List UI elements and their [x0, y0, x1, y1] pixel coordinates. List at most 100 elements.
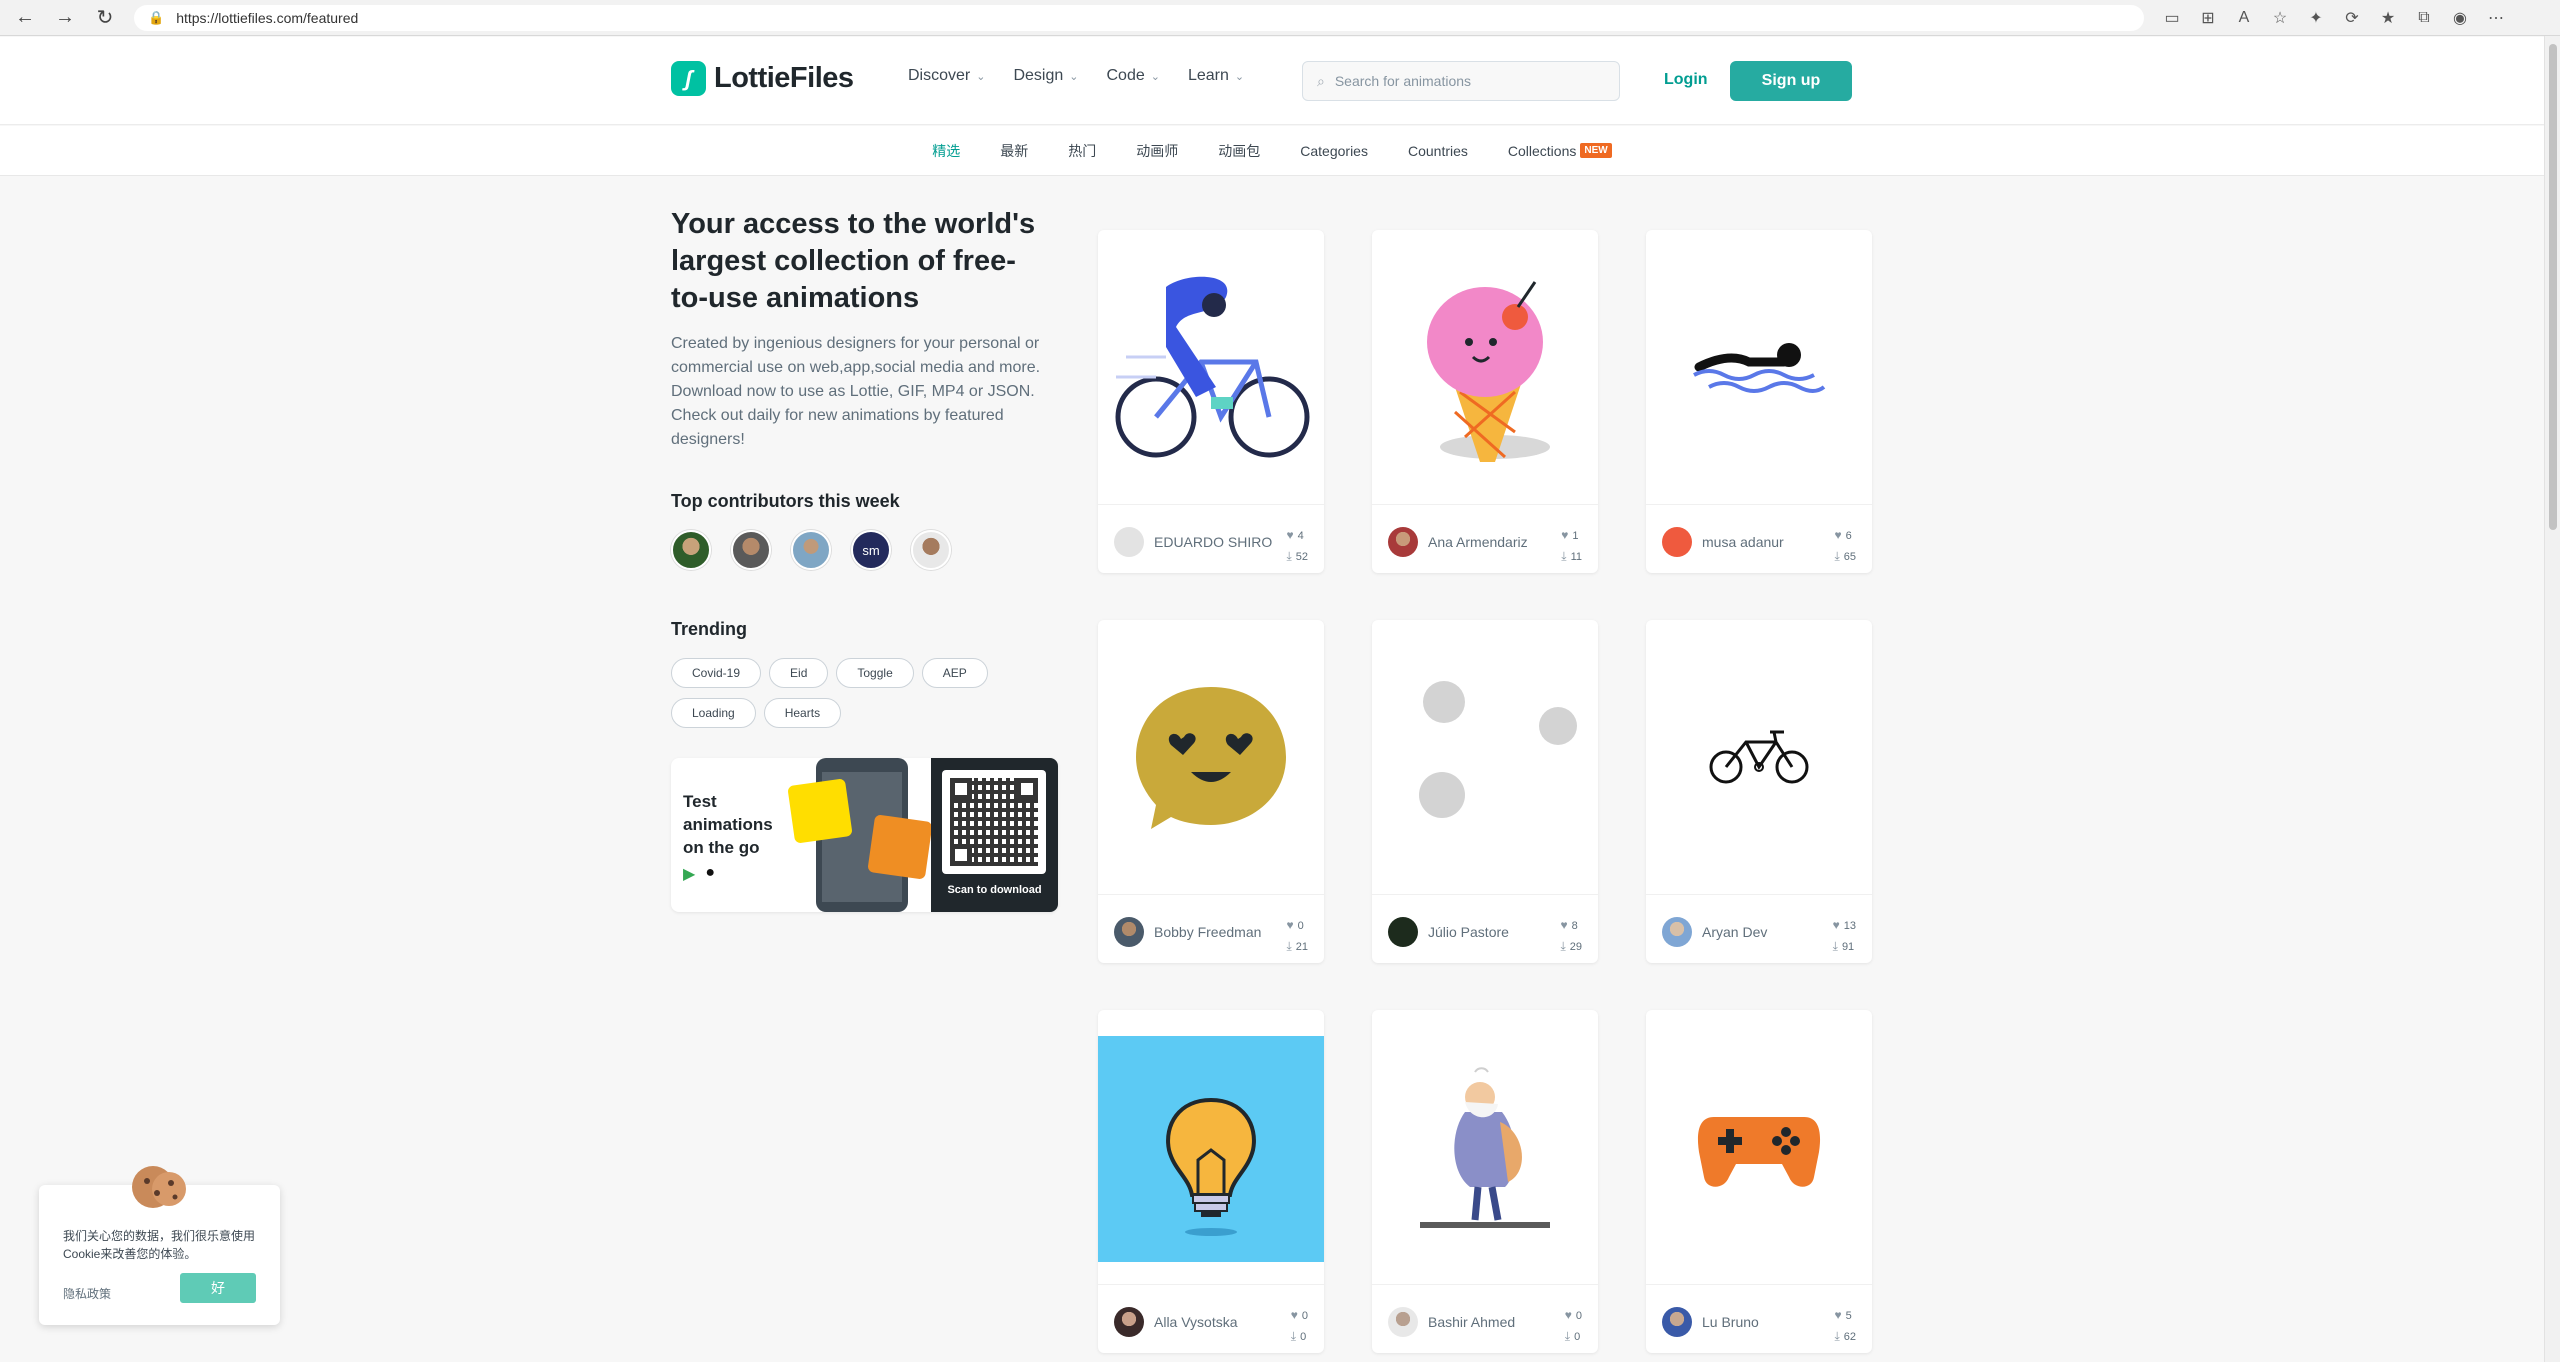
cookie-ok-button[interactable]: 好: [180, 1273, 256, 1303]
heart-icon[interactable]: ♥: [1560, 918, 1567, 932]
animation-preview[interactable]: [1646, 620, 1872, 894]
signup-button[interactable]: Sign up: [1730, 61, 1852, 101]
download-icon[interactable]: ⤓: [1286, 549, 1291, 563]
avatar[interactable]: [1114, 917, 1144, 947]
animation-card[interactable]: Bashir Ahmed ♥ 0 ⤓ 0: [1372, 1010, 1598, 1353]
download-icon[interactable]: ⤓: [1291, 1329, 1296, 1343]
subnav-packs[interactable]: 动画包: [1218, 141, 1260, 161]
download-icon[interactable]: ⤓: [1834, 549, 1839, 563]
author-name[interactable]: Lu Bruno: [1702, 1314, 1759, 1330]
author-name[interactable]: Ana Armendariz: [1428, 534, 1528, 550]
animation-card[interactable]: Júlio Pastore ♥ 8 ⤓ 29: [1372, 620, 1598, 963]
animation-preview[interactable]: [1098, 1010, 1324, 1284]
animation-preview[interactable]: [1098, 230, 1324, 504]
mobile-app-promo[interactable]: Test animations on the go ▶ ● Scan to do…: [671, 758, 1058, 912]
subnav-popular[interactable]: 热门: [1068, 141, 1096, 161]
heart-icon[interactable]: ♥: [1561, 528, 1568, 542]
download-icon[interactable]: ⤓: [1286, 939, 1291, 953]
download-icon[interactable]: ⤓: [1565, 1329, 1570, 1343]
avatar[interactable]: sm: [851, 530, 891, 570]
more-icon[interactable]: ⋯: [2478, 3, 2514, 33]
animation-card[interactable]: Bobby Freedman ♥ 0 ⤓ 21: [1098, 620, 1324, 963]
animation-card[interactable]: Lu Bruno ♥ 5 ⤓ 62: [1646, 1010, 1872, 1353]
read-aloud-icon[interactable]: A: [2226, 3, 2262, 33]
avatar[interactable]: [1114, 1307, 1144, 1337]
author-name[interactable]: Bobby Freedman: [1154, 924, 1261, 940]
animation-preview[interactable]: [1372, 230, 1598, 504]
nav-discover[interactable]: Discover ⌄: [908, 67, 985, 85]
author-name[interactable]: Bashir Ahmed: [1428, 1314, 1515, 1330]
heart-icon[interactable]: ♥: [1565, 1308, 1572, 1322]
download-icon[interactable]: ⤓: [1560, 939, 1565, 953]
avatar[interactable]: [671, 530, 711, 570]
author-name[interactable]: Alla Vysotska: [1154, 1314, 1238, 1330]
apple-icon[interactable]: ●: [705, 864, 715, 884]
search-input[interactable]: [1334, 73, 1595, 89]
tag[interactable]: Covid-19: [671, 658, 762, 688]
forward-icon[interactable]: →: [50, 3, 80, 33]
animation-preview[interactable]: [1646, 1010, 1872, 1284]
profile-icon[interactable]: ◉: [2442, 3, 2478, 33]
extension-icon[interactable]: ✦: [2298, 3, 2334, 33]
avatar[interactable]: [791, 530, 831, 570]
animation-preview[interactable]: [1646, 230, 1872, 504]
avatar[interactable]: [1662, 1307, 1692, 1337]
nav-design[interactable]: Design ⌄: [1013, 67, 1078, 85]
collections-icon[interactable]: ⧉: [2406, 3, 2442, 33]
subnav-categories[interactable]: Categories: [1300, 143, 1368, 159]
animation-card[interactable]: EDUARDO SHIRO ♥ 4 ⤓ 52: [1098, 230, 1324, 573]
tag[interactable]: Eid: [769, 658, 829, 688]
avatar[interactable]: [731, 530, 771, 570]
heart-icon[interactable]: ♥: [1834, 528, 1841, 542]
google-play-icon[interactable]: ▶: [683, 864, 695, 884]
avatar[interactable]: [1662, 917, 1692, 947]
login-link[interactable]: Login: [1664, 71, 1708, 89]
tag[interactable]: Hearts: [763, 698, 842, 728]
heart-icon[interactable]: ♥: [1834, 1308, 1841, 1322]
subnav-animators[interactable]: 动画师: [1136, 141, 1178, 161]
author-name[interactable]: Júlio Pastore: [1428, 924, 1509, 940]
avatar[interactable]: [1388, 527, 1418, 557]
logo[interactable]: ʃ LottieFiles: [671, 61, 854, 96]
reader-icon[interactable]: ▭: [2154, 3, 2190, 33]
tag[interactable]: Toggle: [836, 658, 914, 688]
animation-preview[interactable]: [1372, 620, 1598, 894]
address-bar[interactable]: 🔒 https://lottiefiles.com/featured: [134, 4, 2144, 31]
avatar[interactable]: [1388, 1307, 1418, 1337]
animation-card[interactable]: Alla Vysotska ♥ 0 ⤓ 0: [1098, 1010, 1324, 1353]
heart-icon[interactable]: ♥: [1291, 1308, 1298, 1322]
heart-icon[interactable]: ♥: [1286, 528, 1293, 542]
animation-card[interactable]: Ana Armendariz ♥ 1 ⤓ 11: [1372, 230, 1598, 573]
subnav-countries[interactable]: Countries: [1408, 143, 1468, 159]
favorites-icon[interactable]: ★: [2370, 3, 2406, 33]
nav-code[interactable]: Code ⌄: [1106, 67, 1159, 85]
avatar[interactable]: [1662, 527, 1692, 557]
heart-icon[interactable]: ♥: [1833, 918, 1840, 932]
animation-preview[interactable]: [1372, 1010, 1598, 1284]
apps-icon[interactable]: ⊞: [2190, 3, 2226, 33]
refresh-extension-icon[interactable]: ⟳: [2334, 3, 2370, 33]
author-name[interactable]: musa adanur: [1702, 534, 1784, 550]
favorite-add-icon[interactable]: ☆: [2262, 3, 2298, 33]
back-icon[interactable]: ←: [10, 3, 40, 33]
avatar[interactable]: [1388, 917, 1418, 947]
scroll-thumb[interactable]: [2549, 44, 2557, 530]
download-icon[interactable]: ⤓: [1834, 1329, 1839, 1343]
author-name[interactable]: Aryan Dev: [1702, 924, 1767, 940]
reload-icon[interactable]: ↻: [90, 3, 120, 33]
tag[interactable]: Loading: [671, 698, 756, 728]
avatar[interactable]: [1114, 527, 1144, 557]
subnav-featured[interactable]: 精选: [932, 141, 960, 161]
download-icon[interactable]: ⤓: [1833, 939, 1838, 953]
animation-card[interactable]: musa adanur ♥ 6 ⤓ 65: [1646, 230, 1872, 573]
privacy-policy-link[interactable]: 隐私政策: [63, 1285, 111, 1302]
subnav-collections[interactable]: Collections NEW: [1508, 143, 1612, 159]
tag[interactable]: AEP: [921, 658, 988, 688]
subnav-latest[interactable]: 最新: [1000, 141, 1028, 161]
nav-learn[interactable]: Learn ⌄: [1188, 67, 1244, 85]
animation-card[interactable]: Aryan Dev ♥ 13 ⤓ 91: [1646, 620, 1872, 963]
avatar[interactable]: [911, 530, 951, 570]
download-icon[interactable]: ⤓: [1561, 549, 1566, 563]
author-name[interactable]: EDUARDO SHIRO: [1154, 534, 1272, 550]
heart-icon[interactable]: ♥: [1286, 918, 1293, 932]
